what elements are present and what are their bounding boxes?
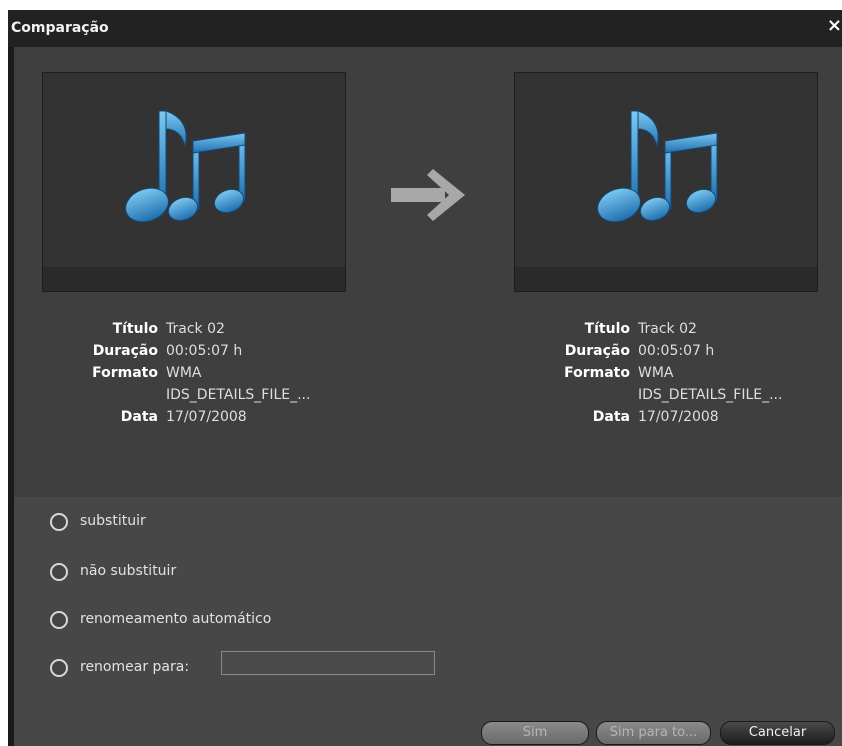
- format-label: Formato: [92, 365, 158, 381]
- dialog-title: Comparação: [11, 20, 109, 36]
- date-label: Data: [120, 409, 158, 425]
- thumbnail-strip: [515, 267, 817, 291]
- title-label: Título: [584, 321, 630, 337]
- source-details: Título Track 02 Duração 00:05:07 h Forma…: [58, 321, 310, 431]
- replace-radio[interactable]: [50, 513, 68, 531]
- target-thumbnail: [514, 72, 818, 292]
- detail-row-duration: Duração 00:05:07 h: [530, 343, 715, 365]
- target-details: Título Track 02 Duração 00:05:07 h Forma…: [530, 321, 782, 431]
- detail-row-format-detail: IDS_DETAILS_FILE_...: [530, 387, 782, 409]
- detail-row-date: Data 17/07/2008: [530, 409, 719, 431]
- format-value: WMA: [166, 365, 202, 381]
- duration-label: Duração: [564, 343, 630, 359]
- yes-button[interactable]: Sim: [481, 721, 589, 745]
- comparison-panel: Título Track 02 Duração 00:05:07 h Forma…: [14, 47, 842, 497]
- dont-replace-radio[interactable]: [50, 563, 68, 581]
- thumbnail-strip: [43, 267, 345, 291]
- options-panel: substituir não substituir renomeamento a…: [14, 497, 842, 746]
- dont-replace-label: não substituir: [80, 563, 177, 579]
- rename-to-label: renomear para:: [80, 659, 190, 675]
- detail-row-duration: Duração 00:05:07 h: [58, 343, 243, 365]
- format-detail-value: IDS_DETAILS_FILE_...: [638, 387, 783, 403]
- rename-to-radio[interactable]: [50, 659, 68, 677]
- replace-label: substituir: [80, 513, 146, 529]
- duration-value: 00:05:07 h: [638, 343, 715, 359]
- title-label: Título: [112, 321, 158, 337]
- format-value: WMA: [638, 365, 674, 381]
- title-value: Track 02: [638, 321, 697, 337]
- arrow-right-icon: [391, 169, 465, 221]
- music-notes-icon: [125, 110, 246, 223]
- detail-row-date: Data 17/07/2008: [58, 409, 247, 431]
- cancel-button[interactable]: Cancelar: [720, 721, 835, 745]
- auto-rename-radio[interactable]: [50, 611, 68, 629]
- duration-label: Duração: [92, 343, 158, 359]
- detail-row-title: Título Track 02: [530, 321, 697, 343]
- detail-row-format: Formato WMA: [530, 365, 673, 387]
- yes-to-all-button[interactable]: Sim para to...: [596, 721, 711, 745]
- detail-row-format-detail: IDS_DETAILS_FILE_...: [58, 387, 310, 409]
- rename-input[interactable]: [221, 651, 435, 675]
- auto-rename-label: renomeamento automático: [80, 611, 272, 627]
- title-value: Track 02: [166, 321, 225, 337]
- date-value: 17/07/2008: [638, 409, 719, 425]
- format-detail-value: IDS_DETAILS_FILE_...: [166, 387, 311, 403]
- date-label: Data: [592, 409, 630, 425]
- date-value: 17/07/2008: [166, 409, 247, 425]
- detail-row-format: Formato WMA: [58, 365, 201, 387]
- duration-value: 00:05:07 h: [166, 343, 243, 359]
- format-label: Formato: [564, 365, 630, 381]
- music-notes-icon: [597, 110, 718, 223]
- source-thumbnail: [42, 72, 346, 292]
- title-bar: Comparação ×: [8, 10, 842, 47]
- detail-row-title: Título Track 02: [58, 321, 225, 343]
- comparison-dialog: Comparação × Título Track 02 Duração 00:…: [8, 10, 842, 746]
- close-icon[interactable]: ×: [827, 15, 842, 36]
